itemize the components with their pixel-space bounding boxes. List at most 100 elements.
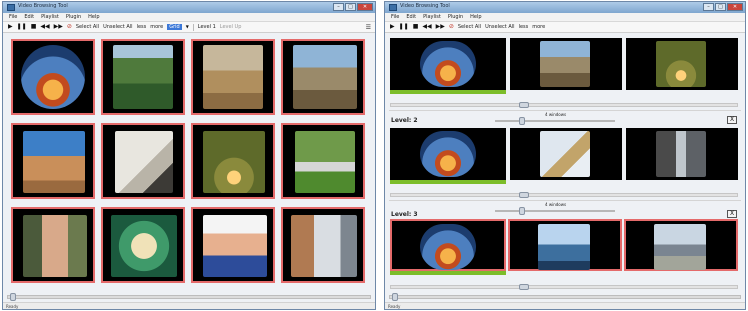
video-thumbnail — [420, 41, 476, 87]
timeline-slider[interactable] — [7, 293, 371, 301]
video-tile[interactable] — [191, 123, 275, 199]
forward-icon[interactable]: ▶▶ — [436, 24, 445, 30]
status-bar: Ready — [385, 302, 745, 309]
level-3-slider[interactable] — [495, 207, 615, 215]
status-bar: Ready — [3, 302, 375, 309]
level-3-close-button[interactable]: X — [727, 210, 737, 218]
play-icon[interactable]: ▶ — [390, 24, 395, 30]
timeline-slider[interactable] — [389, 293, 741, 301]
level-up-button[interactable]: Level Up — [220, 24, 242, 30]
menu-edit[interactable]: Edit — [406, 14, 416, 20]
video-frame[interactable] — [510, 38, 622, 90]
video-thumbnail — [420, 224, 476, 270]
slider-handle[interactable] — [519, 117, 525, 125]
slider-handle[interactable] — [392, 293, 398, 301]
pause-icon[interactable]: ❚❚ — [399, 24, 409, 30]
select-all-button[interactable]: Select All — [458, 24, 481, 30]
window-controls: – □ ✕ — [333, 3, 373, 11]
video-frame[interactable] — [626, 38, 738, 90]
video-frame[interactable] — [510, 128, 622, 180]
mute-icon[interactable]: ⊘ — [449, 24, 454, 30]
less-button[interactable]: less — [137, 24, 147, 30]
level-2-close-button[interactable]: X — [727, 116, 737, 124]
maximize-button[interactable]: □ — [345, 3, 356, 11]
video-tile[interactable] — [11, 123, 95, 199]
scrollbar-thumb[interactable] — [519, 192, 529, 198]
video-frame[interactable] — [390, 38, 506, 90]
slider-handle[interactable] — [519, 207, 525, 215]
video-thumbnail — [115, 131, 173, 193]
level-2-slider[interactable] — [495, 117, 615, 125]
scrollbar-thumb[interactable] — [519, 284, 529, 290]
video-tile[interactable] — [101, 207, 185, 283]
menu-plugin[interactable]: Plugin — [66, 14, 81, 20]
rewind-icon[interactable]: ◀◀ — [422, 24, 431, 30]
video-thumbnail — [203, 45, 263, 109]
horizontal-scrollbar[interactable] — [390, 192, 738, 198]
menu-playlist[interactable]: Playlist — [423, 14, 441, 20]
menu-file[interactable]: File — [9, 14, 17, 20]
unselect-all-button[interactable]: Unselect All — [485, 24, 514, 30]
level-3-label: Level: 3 — [391, 211, 418, 218]
video-tile[interactable] — [281, 123, 365, 199]
menu-plugin[interactable]: Plugin — [448, 14, 463, 20]
select-all-button[interactable]: Select All — [76, 24, 99, 30]
level-1-row — [390, 38, 740, 98]
video-frame[interactable] — [390, 128, 506, 180]
video-frame-selected[interactable] — [508, 219, 622, 271]
close-window-button[interactable]: ✕ — [727, 3, 743, 11]
mute-icon[interactable]: ⊘ — [67, 24, 72, 30]
video-tile[interactable] — [101, 123, 185, 199]
list-view-icon[interactable]: ☰ — [366, 24, 371, 31]
video-tile[interactable] — [11, 207, 95, 283]
maximize-button[interactable]: □ — [715, 3, 726, 11]
view-mode-select[interactable]: Grid — [167, 24, 182, 30]
video-thumbnail — [540, 131, 590, 177]
menu-file[interactable]: File — [391, 14, 399, 20]
video-thumbnail — [295, 131, 355, 193]
video-tile[interactable] — [101, 39, 185, 115]
unselect-all-button[interactable]: Unselect All — [103, 24, 132, 30]
close-window-button[interactable]: ✕ — [357, 3, 373, 11]
menu-help[interactable]: Help — [88, 14, 99, 20]
toolbar: ▶ ❚❚ ■ ◀◀ ▶▶ ⊘ Select All Unselect All l… — [385, 22, 745, 33]
video-browser-window-hierarchy: Video Browsing Tool – □ ✕ File Edit Play… — [384, 1, 746, 310]
forward-icon[interactable]: ▶▶ — [54, 24, 63, 30]
more-button[interactable]: more — [150, 24, 163, 30]
less-button[interactable]: less — [519, 24, 529, 30]
rewind-icon[interactable]: ◀◀ — [40, 24, 49, 30]
window-controls: – □ ✕ — [703, 3, 743, 11]
menu-help[interactable]: Help — [470, 14, 481, 20]
video-tile[interactable] — [191, 207, 275, 283]
video-thumbnail — [203, 215, 267, 277]
menu-playlist[interactable]: Playlist — [41, 14, 59, 20]
video-thumbnail — [23, 131, 85, 193]
playback-progress-bar — [390, 271, 506, 275]
more-button[interactable]: more — [532, 24, 545, 30]
menu-edit[interactable]: Edit — [24, 14, 34, 20]
play-icon[interactable]: ▶ — [8, 24, 13, 30]
video-tile[interactable] — [281, 39, 365, 115]
video-frame-selected[interactable] — [390, 219, 506, 271]
video-tile[interactable] — [191, 39, 275, 115]
video-thumbnail — [538, 224, 590, 270]
title-bar[interactable]: Video Browsing Tool – □ ✕ — [385, 2, 745, 13]
video-frame[interactable] — [626, 128, 738, 180]
video-tile[interactable] — [281, 207, 365, 283]
video-frame-selected[interactable] — [624, 219, 738, 271]
slider-handle[interactable] — [10, 293, 16, 301]
video-thumbnail — [293, 45, 357, 109]
stop-icon[interactable]: ■ — [31, 24, 37, 30]
minimize-button[interactable]: – — [333, 3, 344, 11]
stop-icon[interactable]: ■ — [413, 24, 419, 30]
horizontal-scrollbar[interactable] — [390, 102, 738, 108]
status-text: Ready — [6, 304, 19, 309]
horizontal-scrollbar[interactable] — [390, 284, 738, 290]
title-bar[interactable]: Video Browsing Tool – □ ✕ — [3, 2, 375, 13]
pause-icon[interactable]: ❚❚ — [17, 24, 27, 30]
video-tile[interactable] — [11, 39, 95, 115]
minimize-button[interactable]: – — [703, 3, 714, 11]
chevron-down-icon[interactable]: ▼ — [186, 24, 189, 30]
scrollbar-thumb[interactable] — [519, 102, 529, 108]
thumbnail-grid — [6, 37, 372, 289]
